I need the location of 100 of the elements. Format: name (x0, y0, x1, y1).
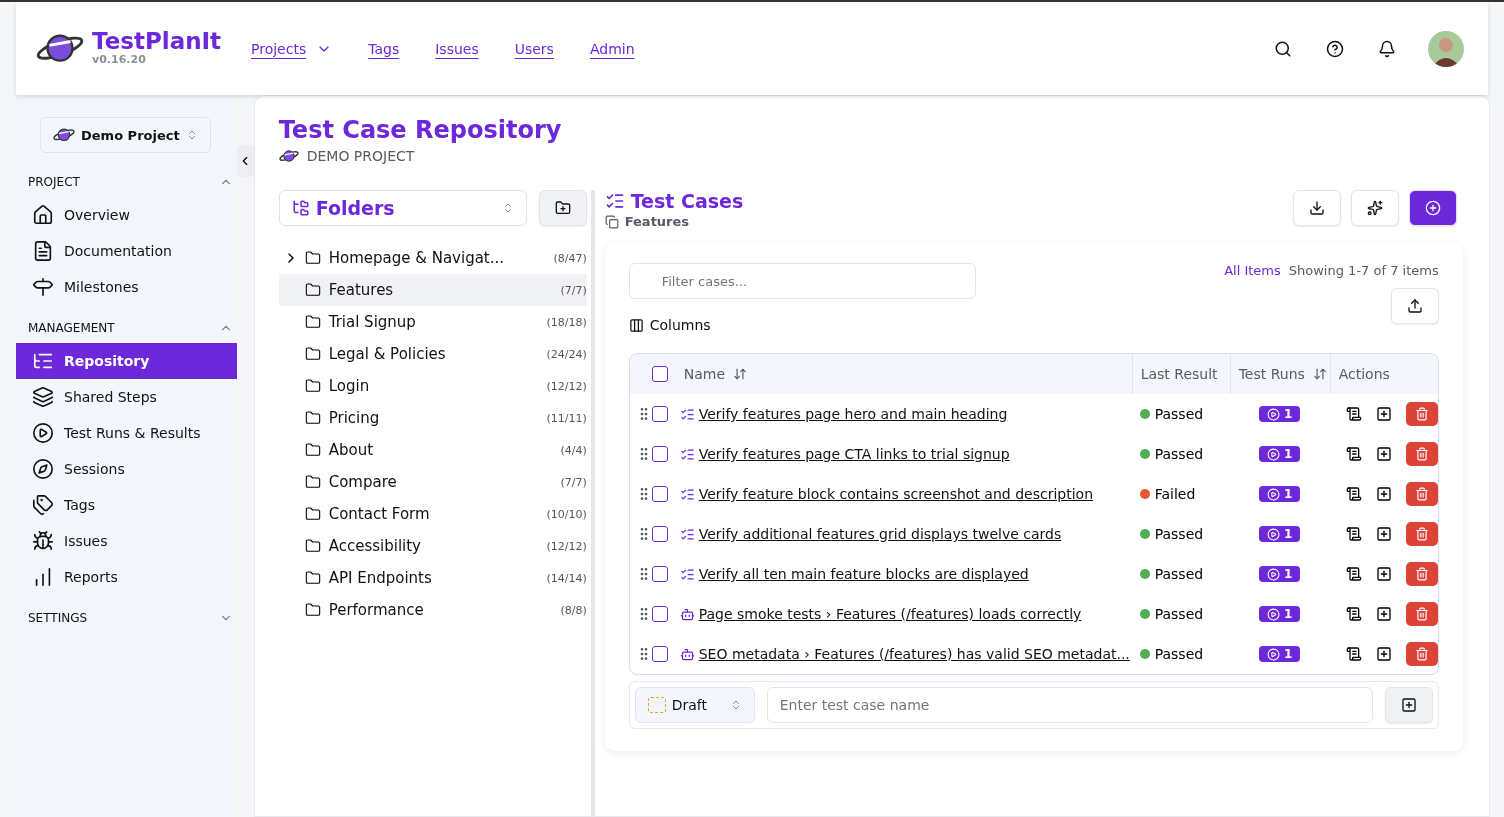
sidebar-item[interactable]: Test Runs & Results (16, 415, 237, 451)
row-checkbox[interactable] (651, 526, 668, 542)
folder-item[interactable]: Performance (8/8) (278, 594, 587, 626)
add-icon[interactable] (1375, 486, 1392, 502)
all-items-link[interactable]: All Items (1224, 263, 1281, 278)
magic-button[interactable] (1350, 190, 1399, 226)
runs-badge[interactable]: 1 (1259, 646, 1301, 662)
folders-selector[interactable]: Folders (278, 190, 527, 226)
add-icon[interactable] (1375, 646, 1392, 662)
add-icon[interactable] (1375, 606, 1392, 622)
add-case-button[interactable] (1408, 190, 1457, 226)
folder-icon (304, 346, 321, 362)
folder-item[interactable]: Trial Signup (18/18) (278, 306, 587, 338)
runs-badge[interactable]: 1 (1259, 606, 1301, 622)
runs-badge[interactable]: 1 (1259, 566, 1301, 582)
case-name-link[interactable]: Verify additional features grid displays twelve cards (679, 526, 1132, 542)
row-checkbox[interactable] (651, 446, 668, 462)
add-folder-button[interactable] (538, 190, 587, 226)
add-icon[interactable] (1375, 406, 1392, 422)
sidebar-item[interactable]: Repository (16, 343, 237, 379)
project-selector[interactable]: Demo Project (40, 117, 211, 153)
column-header[interactable]: Test Runs (1229, 354, 1330, 394)
add-button[interactable] (1384, 687, 1433, 723)
search-button[interactable] (1274, 39, 1292, 58)
delete-button[interactable] (1405, 522, 1438, 546)
checklist-icon (604, 191, 625, 211)
filter-field[interactable]: Filter cases... (628, 263, 976, 299)
notifications-button[interactable] (1378, 39, 1396, 58)
add-icon[interactable] (1375, 446, 1392, 462)
nav-link[interactable]: Users (514, 40, 554, 57)
row-checkbox[interactable] (651, 566, 668, 582)
delete-button[interactable] (1405, 482, 1438, 506)
runs-badge[interactable]: 1 (1259, 486, 1301, 502)
export-button[interactable] (1390, 288, 1439, 324)
sidebar-item[interactable]: Overview (16, 197, 237, 233)
runs-badge[interactable]: 1 (1259, 406, 1301, 422)
scroll-icon[interactable] (1345, 606, 1362, 622)
columns-button[interactable]: Columns (628, 317, 711, 333)
column-header[interactable]: Name (675, 354, 1132, 394)
user-avatar[interactable] (1428, 30, 1464, 67)
section-title: Test Cases (604, 190, 744, 212)
delete-button[interactable] (1405, 642, 1438, 666)
folder-item[interactable]: API Endpoints (14/14) (278, 562, 587, 594)
scroll-icon[interactable] (1345, 406, 1362, 422)
section-header[interactable]: PROJECT (16, 167, 237, 197)
house-icon (32, 204, 54, 226)
section-header[interactable]: MANAGEMENT (16, 313, 237, 343)
scroll-icon[interactable] (1345, 486, 1362, 502)
nav-link[interactable]: Admin (589, 40, 635, 57)
scroll-icon[interactable] (1345, 526, 1362, 542)
folder-item[interactable]: Login (12/12) (278, 370, 587, 402)
delete-button[interactable] (1405, 562, 1438, 586)
case-name-link[interactable]: SEO metadata › Features (/features) has valid SEO metadat... (679, 646, 1132, 662)
case-name-link[interactable]: Verify all ten main feature blocks are displayed (679, 566, 1132, 582)
row-checkbox[interactable] (651, 646, 668, 662)
delete-button[interactable] (1405, 602, 1438, 626)
folder-item[interactable]: Homepage & Navigat... (8/47) (278, 242, 587, 274)
row-checkbox[interactable] (651, 486, 668, 502)
download-button[interactable] (1292, 190, 1341, 226)
nav-link[interactable]: Tags (368, 40, 400, 57)
delete-button[interactable] (1405, 402, 1438, 426)
sidebar-item[interactable]: Shared Steps (16, 379, 237, 415)
runs-badge[interactable]: 1 (1259, 526, 1301, 542)
scroll-icon[interactable] (1345, 566, 1362, 582)
add-icon[interactable] (1375, 526, 1392, 542)
sidebar-item[interactable]: Milestones (16, 269, 237, 305)
case-name-link[interactable]: Verify feature block contains screenshot and description (679, 486, 1132, 502)
nav-link[interactable]: Projects (251, 40, 333, 57)
scroll-icon[interactable] (1345, 446, 1362, 462)
column-header[interactable]: Last Result (1131, 354, 1230, 394)
section-header[interactable]: SETTINGS (16, 603, 237, 633)
case-name-link[interactable]: Verify features page CTA links to trial signup (679, 446, 1132, 462)
row-checkbox[interactable] (651, 406, 668, 422)
folder-item[interactable]: Pricing (11/11) (278, 402, 587, 434)
sidebar-item[interactable]: Sessions (16, 451, 237, 487)
folder-item[interactable]: Compare (7/7) (278, 466, 587, 498)
delete-button[interactable] (1405, 442, 1438, 466)
sidebar-item[interactable]: Issues (16, 523, 237, 559)
column-header[interactable]: Actions (1329, 354, 1438, 394)
nav-link[interactable]: Issues (435, 40, 479, 57)
case-name-link[interactable]: Verify features page hero and main heading (679, 406, 1132, 422)
add-icon[interactable] (1375, 566, 1392, 582)
folder-item[interactable]: About (4/4) (278, 434, 587, 466)
runs-badge[interactable]: 1 (1259, 446, 1301, 462)
row-checkbox[interactable] (651, 606, 668, 622)
sidebar-item[interactable]: Reports (16, 559, 237, 595)
case-name-link[interactable]: Page smoke tests › Features (/features) loads correctly (679, 606, 1132, 622)
folder-item[interactable]: Features (7/7) (278, 274, 587, 306)
case-name-field[interactable]: Enter test case name (766, 687, 1373, 723)
help-button[interactable] (1326, 39, 1344, 58)
folder-item[interactable]: Contact Form (10/10) (278, 498, 587, 530)
sidebar-item[interactable]: Documentation (16, 233, 237, 269)
folder-icon (304, 538, 321, 554)
scroll-icon[interactable] (1345, 646, 1362, 662)
sidebar-item[interactable]: Tags (16, 487, 237, 523)
folder-item[interactable]: Accessibility (12/12) (278, 530, 587, 562)
collapse-sidebar-button[interactable] (236, 145, 254, 177)
folder-item[interactable]: Legal & Policies (24/24) (278, 338, 587, 370)
state-selector[interactable]: Draft (634, 687, 755, 723)
select-all-checkbox[interactable] (651, 366, 668, 382)
